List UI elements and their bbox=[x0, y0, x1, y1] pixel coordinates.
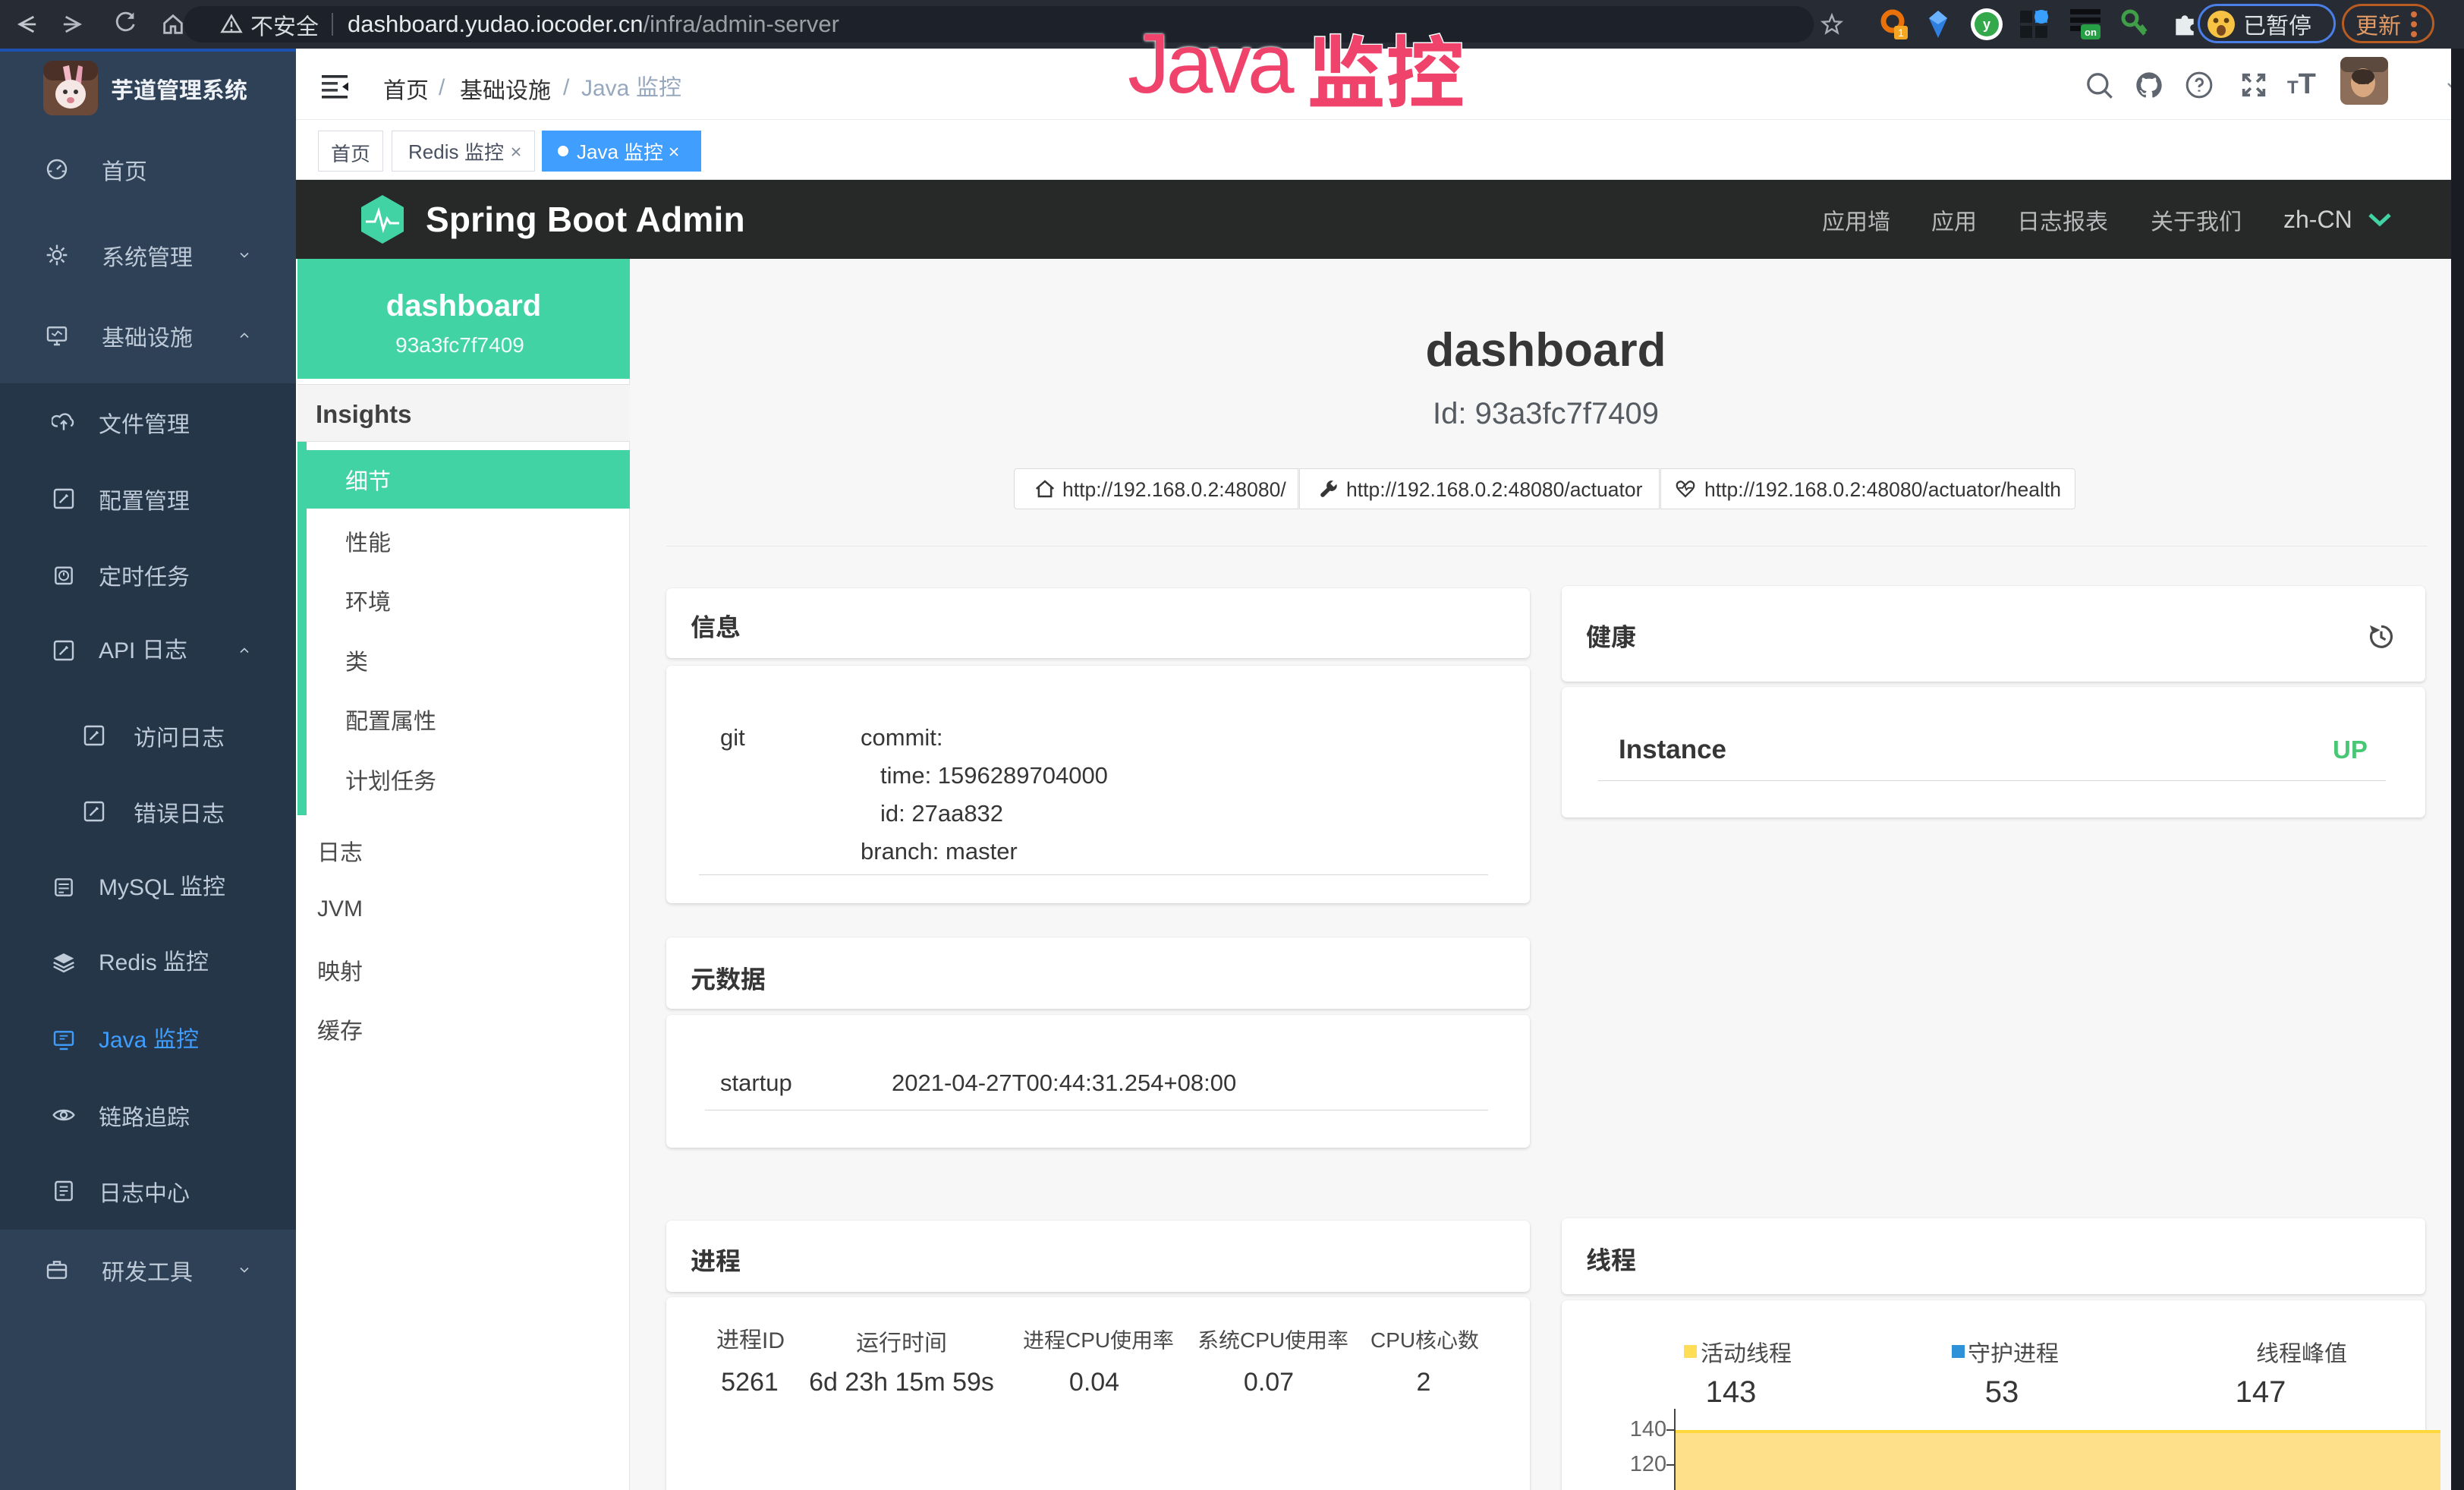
svg-text:y: y bbox=[1983, 17, 1990, 32]
svg-text:on: on bbox=[2085, 27, 2097, 38]
svg-text:1: 1 bbox=[1898, 27, 1904, 39]
